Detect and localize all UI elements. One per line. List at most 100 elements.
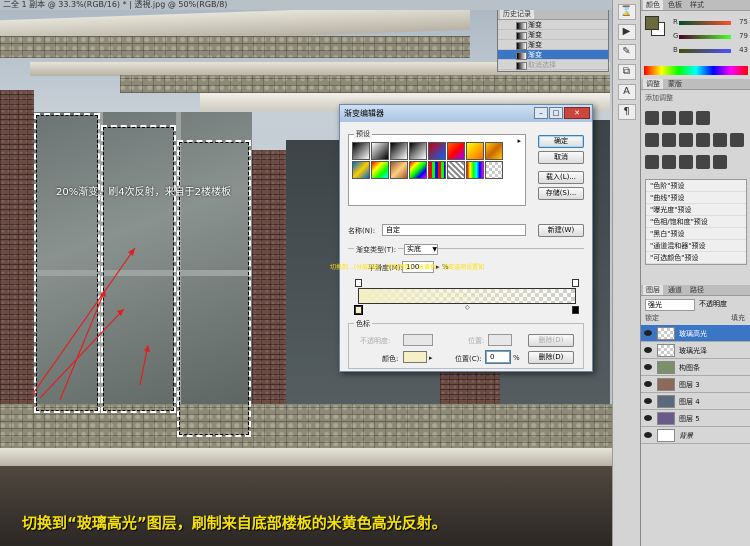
black-white-icon[interactable] bbox=[696, 133, 710, 147]
tab-adjustments[interactable]: 调整 bbox=[643, 79, 663, 89]
preset-item[interactable]: "通道混和器"预设 bbox=[646, 240, 746, 252]
preset-item[interactable]: "黑白"预设 bbox=[646, 228, 746, 240]
history-icon[interactable]: ⌛ bbox=[617, 4, 636, 20]
color-location-input[interactable]: 0 bbox=[486, 351, 510, 363]
channel-mixer-icon[interactable] bbox=[730, 133, 744, 147]
tab-masks[interactable]: 蒙版 bbox=[665, 79, 685, 89]
tab-color[interactable]: 颜色 bbox=[643, 0, 663, 10]
gradient-name-input[interactable]: 自定 bbox=[382, 224, 526, 236]
gradient-map-icon[interactable] bbox=[696, 155, 710, 169]
visibility-eye-icon[interactable] bbox=[644, 347, 652, 353]
visibility-eye-icon[interactable] bbox=[644, 432, 652, 438]
preset-swatch[interactable] bbox=[466, 142, 484, 160]
layer-row[interactable]: 图层 4 bbox=[641, 393, 750, 410]
selective-color-icon[interactable] bbox=[713, 155, 727, 169]
foreground-color-swatch[interactable] bbox=[645, 16, 659, 30]
tab-styles[interactable]: 样式 bbox=[687, 0, 707, 10]
history-item[interactable]: 渐变 bbox=[498, 30, 608, 40]
stop-color-swatch[interactable] bbox=[403, 351, 427, 363]
blue-slider[interactable]: B 43 bbox=[673, 46, 748, 56]
preset-item[interactable]: "曲线"预设 bbox=[646, 192, 746, 204]
preset-item[interactable]: "色阶"预设 bbox=[646, 180, 746, 192]
clone-icon[interactable]: ⧉ bbox=[617, 64, 636, 80]
blue-value[interactable]: 43 bbox=[739, 46, 748, 54]
red-value[interactable]: 75 bbox=[739, 18, 748, 26]
load-button[interactable]: 载入(L)... bbox=[538, 171, 584, 184]
tab-paths[interactable]: 路径 bbox=[687, 285, 707, 295]
posterize-icon[interactable] bbox=[662, 155, 676, 169]
preset-swatch[interactable] bbox=[390, 161, 408, 179]
layer-row[interactable]: 图层 3 bbox=[641, 376, 750, 393]
preset-swatch[interactable] bbox=[428, 161, 446, 179]
preset-swatch[interactable] bbox=[409, 142, 427, 160]
save-button[interactable]: 存储(S)... bbox=[538, 187, 584, 200]
levels-icon[interactable] bbox=[662, 111, 676, 125]
preset-swatch[interactable] bbox=[428, 142, 446, 160]
visibility-eye-icon[interactable] bbox=[644, 330, 652, 336]
preset-scroll-icon[interactable]: ▸ bbox=[517, 137, 521, 145]
tab-history[interactable]: 历史记录 bbox=[500, 9, 534, 19]
maximize-icon[interactable]: □ bbox=[549, 107, 563, 119]
exposure-icon[interactable] bbox=[696, 111, 710, 125]
layer-row[interactable]: 玻璃光泽 bbox=[641, 342, 750, 359]
history-panel[interactable]: 历史记录 渐变 渐变 渐变 渐变 取消选择 bbox=[497, 8, 609, 72]
photo-filter-icon[interactable] bbox=[713, 133, 727, 147]
brightness-icon[interactable] bbox=[645, 111, 659, 125]
invert-icon[interactable] bbox=[645, 155, 659, 169]
layer-row-glass-highlight[interactable]: 玻璃高光 bbox=[641, 325, 750, 342]
layer-row[interactable]: 构图条 bbox=[641, 359, 750, 376]
gradient-editor-dialog[interactable]: 渐变编辑器 – □ ✕ 预设 ▸ 确定 取消 载入(L)... 存储(S)...… bbox=[339, 104, 593, 372]
preset-swatch[interactable] bbox=[485, 142, 503, 160]
hue-saturation-icon[interactable] bbox=[662, 133, 676, 147]
layers-panel[interactable]: 图层 通道 路径 强光 不透明度 锁定 填充 玻璃高光 玻璃光泽 构图条 图层 … bbox=[641, 285, 750, 546]
preset-item[interactable]: "色相/饱和度"预设 bbox=[646, 216, 746, 228]
preset-swatch[interactable] bbox=[447, 142, 465, 160]
vibrance-icon[interactable] bbox=[645, 133, 659, 147]
adjustments-panel[interactable]: 调整 蒙版 添加调整 "色阶"预设 "曲线"预设 "曝光度"预设 "色相/饱和度… bbox=[641, 79, 750, 284]
color-swatch-arrow-icon[interactable]: ▸ bbox=[429, 354, 433, 362]
history-item-greyed[interactable]: 取消选择 bbox=[498, 60, 608, 70]
delete-opacity-stop-button[interactable]: 删除(D) bbox=[528, 334, 574, 347]
tab-channels[interactable]: 通道 bbox=[665, 285, 685, 295]
brush-icon[interactable]: ✎ bbox=[617, 44, 636, 60]
green-bar[interactable] bbox=[679, 35, 731, 39]
preset-swatch[interactable] bbox=[352, 161, 370, 179]
tab-swatches[interactable]: 色板 bbox=[665, 0, 685, 10]
color-spectrum-bar[interactable] bbox=[644, 66, 748, 75]
gradient-presets-box[interactable]: ▸ bbox=[348, 134, 526, 206]
midpoint-diamond-icon[interactable]: ◇ bbox=[465, 304, 470, 311]
curves-icon[interactable] bbox=[679, 111, 693, 125]
history-item[interactable]: 渐变 bbox=[498, 20, 608, 30]
green-value[interactable]: 79 bbox=[739, 32, 748, 40]
preset-item[interactable]: "曝光度"预设 bbox=[646, 204, 746, 216]
preset-item[interactable]: "可选颜色"预设 bbox=[646, 252, 746, 264]
cancel-button[interactable]: 取消 bbox=[538, 151, 584, 164]
visibility-eye-icon[interactable] bbox=[644, 398, 652, 404]
opacity-stop-right[interactable] bbox=[572, 279, 579, 287]
opacity-stop-left[interactable] bbox=[355, 279, 362, 287]
red-bar[interactable] bbox=[679, 21, 731, 25]
preset-swatch[interactable] bbox=[466, 161, 484, 179]
visibility-eye-icon[interactable] bbox=[644, 381, 652, 387]
dialog-titlebar[interactable]: 渐变编辑器 – □ ✕ bbox=[340, 105, 592, 122]
preset-swatch[interactable] bbox=[447, 161, 465, 179]
actions-icon[interactable]: ▶ bbox=[617, 24, 636, 40]
ok-button[interactable]: 确定 bbox=[538, 135, 584, 148]
preset-swatch[interactable] bbox=[371, 161, 389, 179]
new-button[interactable]: 新建(W) bbox=[538, 224, 584, 237]
history-item[interactable]: 渐变 bbox=[498, 40, 608, 50]
gradient-preview-bar[interactable] bbox=[358, 288, 576, 304]
gradient-type-select[interactable]: 实底 ▼ bbox=[404, 244, 438, 255]
visibility-eye-icon[interactable] bbox=[644, 364, 652, 370]
green-slider[interactable]: G 79 bbox=[673, 32, 748, 42]
color-balance-icon[interactable] bbox=[679, 133, 693, 147]
blue-bar[interactable] bbox=[679, 49, 731, 53]
delete-color-stop-button[interactable]: 删除(D) bbox=[528, 351, 574, 364]
layer-row[interactable]: 图层 5 bbox=[641, 410, 750, 427]
tab-layers[interactable]: 图层 bbox=[643, 285, 663, 295]
color-stop-right[interactable] bbox=[572, 306, 579, 314]
layer-row-background[interactable]: 背景 bbox=[641, 427, 750, 444]
document-tab-bar[interactable]: 二全 1 副本 @ 33.3%(RGB/16) * | 透視.jpg @ 50%… bbox=[0, 0, 612, 10]
character-icon[interactable]: A bbox=[617, 84, 636, 100]
blend-mode-select[interactable]: 强光 bbox=[645, 299, 695, 311]
